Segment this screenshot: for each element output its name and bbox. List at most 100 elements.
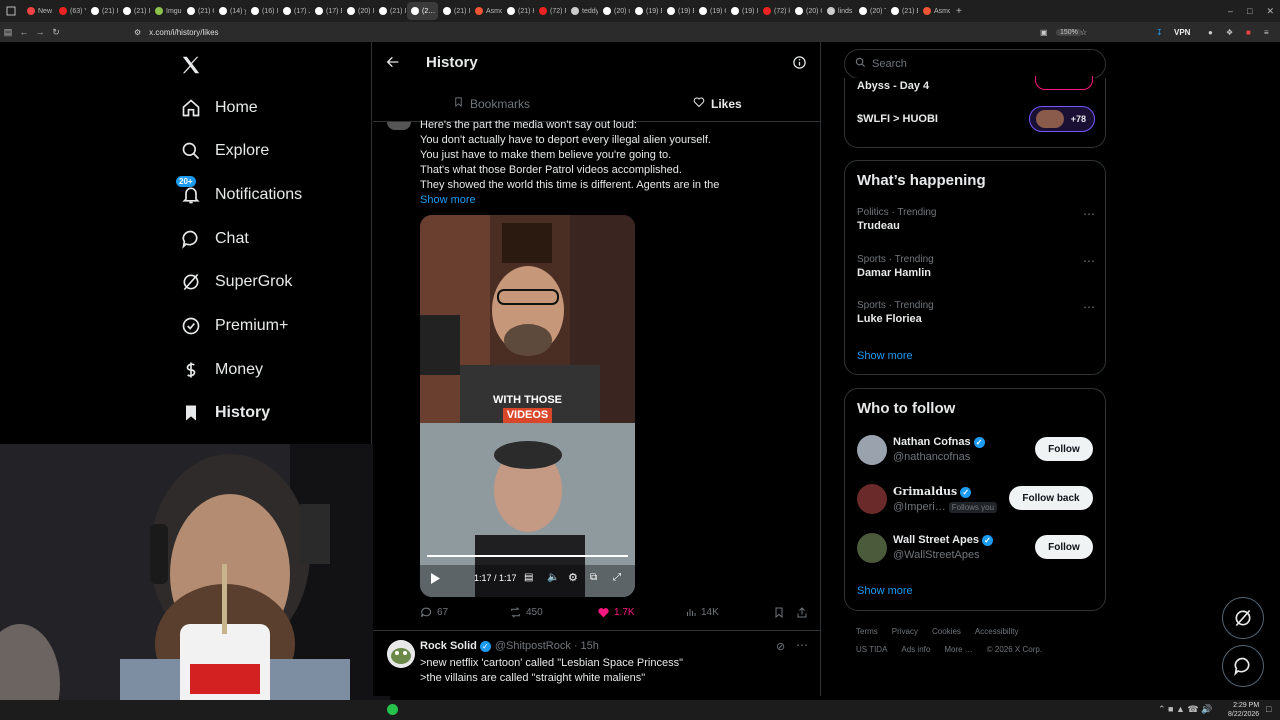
nav-notifications[interactable]: 20+ Notifications xyxy=(176,176,302,210)
follow-back-button[interactable]: Follow back xyxy=(1009,486,1093,510)
space-title[interactable]: $WLFI > HUOBI xyxy=(857,113,938,125)
avatar[interactable] xyxy=(857,435,887,465)
minimize-icon[interactable]: – xyxy=(1228,6,1233,17)
browser-tab[interactable]: (20) I xyxy=(343,2,374,20)
follow-button[interactable]: Follow xyxy=(1035,437,1093,461)
tab-bookmarks[interactable]: Bookmarks xyxy=(453,96,530,111)
browser-tab[interactable]: (14) y xyxy=(215,2,246,20)
app-green-icon[interactable] xyxy=(387,704,398,715)
bookmark-star-icon[interactable]: ☆ xyxy=(1080,28,1087,37)
avatar[interactable] xyxy=(387,640,415,668)
share-button[interactable] xyxy=(796,606,808,624)
browser-tab[interactable]: (21) H xyxy=(503,2,534,20)
nav-chat[interactable]: Chat xyxy=(180,224,249,254)
browser-tab[interactable]: (21) I xyxy=(87,2,118,20)
footer-link[interactable]: Cookies xyxy=(932,627,961,636)
info-icon[interactable] xyxy=(792,55,807,75)
reply-button[interactable]: 67 xyxy=(420,606,448,619)
trend-item[interactable]: Sports · Trending Luke Floriea ⋯ xyxy=(857,300,1095,325)
like-button[interactable]: 1.7K xyxy=(597,606,635,619)
grok-fab[interactable] xyxy=(1222,597,1264,639)
show-more-link[interactable]: Show more xyxy=(420,193,810,208)
browser-tab[interactable]: (21) I xyxy=(439,2,470,20)
trend-item[interactable]: Sports · Trending Damar Hamlin ⋯ xyxy=(857,254,1095,279)
zoom-level[interactable]: 150% xyxy=(1056,28,1082,36)
browser-tab[interactable]: (21) C xyxy=(183,2,214,20)
fullscreen-icon[interactable]: ⤢ xyxy=(613,572,621,583)
browser-tab[interactable]: teddy xyxy=(567,2,598,20)
author-handle[interactable]: @ShitpostRock xyxy=(495,640,571,652)
video-player[interactable]: WITH THOSE VIDEOS 1:17 / 1:17 ▤ 🔈 ⚙ ⧉ ⤢ xyxy=(420,215,635,597)
notification-center-icon[interactable]: □ xyxy=(1266,704,1271,714)
post-time[interactable]: 15h xyxy=(581,640,599,652)
browser-tab[interactable]: Asmo xyxy=(471,2,502,20)
trend-more-icon[interactable]: ⋯ xyxy=(1083,300,1095,314)
more-options-icon[interactable]: ⋯ xyxy=(796,638,808,652)
extensions-icon[interactable]: ❖ xyxy=(1226,28,1233,37)
footer-link[interactable]: Ads info xyxy=(901,645,930,654)
download-icon[interactable]: ↧ xyxy=(1156,28,1163,37)
back-icon[interactable]: ← xyxy=(16,27,32,37)
bookmark-button[interactable] xyxy=(773,606,785,624)
browser-tab[interactable]: (19) E xyxy=(631,2,662,20)
avatar[interactable] xyxy=(857,484,887,514)
views-button[interactable]: 14K xyxy=(685,606,719,618)
forward-icon[interactable]: → xyxy=(32,27,48,37)
trend-more-icon[interactable]: ⋯ xyxy=(1083,207,1095,221)
nav-home[interactable]: Home xyxy=(180,93,258,123)
tray-icons[interactable]: ⌃ ■ ▲ ☎ 🔊 xyxy=(1158,704,1212,715)
footer-link[interactable]: Privacy xyxy=(892,627,918,636)
volume-icon[interactable]: 🔈 xyxy=(547,572,559,583)
trend-item[interactable]: Politics · Trending Trudeau ⋯ xyxy=(857,207,1095,232)
browser-tab[interactable]: (21) E xyxy=(887,2,918,20)
video-progress-track[interactable] xyxy=(427,555,628,557)
browser-tab[interactable]: (72) k xyxy=(759,2,790,20)
footer-link[interactable]: Terms xyxy=(856,627,878,636)
menu-icon[interactable]: ≡ xyxy=(1264,28,1269,37)
settings-gear-icon[interactable]: ⚙ xyxy=(568,571,578,584)
page-info-icon[interactable]: ▣ xyxy=(1040,28,1048,37)
browser-tab[interactable]: (17) E xyxy=(311,2,342,20)
nav-premium[interactable]: Premium+ xyxy=(180,311,288,341)
avatar[interactable] xyxy=(387,122,411,130)
browser-tab[interactable]: Imgu xyxy=(151,2,182,20)
user-info[interactable]: Nathan Cofnas ✓ @nathancofnas xyxy=(893,436,985,463)
search-input[interactable]: Search xyxy=(844,49,1106,79)
author-name[interactable]: Rock Solid xyxy=(420,640,477,652)
footer-link[interactable]: US TIDA xyxy=(856,645,887,654)
space-title[interactable]: Abyss - Day 4 xyxy=(857,80,929,92)
picture-in-picture-icon[interactable]: ⧉ xyxy=(590,572,597,583)
browser-tab[interactable]: (19) I xyxy=(727,2,758,20)
trend-more-icon[interactable]: ⋯ xyxy=(1083,254,1095,268)
vpn-badge[interactable]: VPN xyxy=(1174,28,1190,37)
back-arrow-icon[interactable] xyxy=(385,54,401,75)
messages-fab[interactable] xyxy=(1222,645,1264,687)
nav-money[interactable]: Money xyxy=(180,355,263,385)
browser-tab[interactable]: linds xyxy=(823,2,854,20)
footer-link[interactable]: More … xyxy=(944,645,972,654)
show-more-link[interactable]: Show more xyxy=(857,350,913,362)
x-logo-icon[interactable] xyxy=(180,54,202,81)
browser-tab[interactable]: (20) u xyxy=(599,2,630,20)
browser-tab[interactable]: (20) T xyxy=(855,2,886,20)
sidebar-toggle-icon[interactable]: ▤ xyxy=(0,27,16,38)
new-tab-button[interactable]: + xyxy=(956,6,962,17)
space-listeners-pill[interactable]: +78 xyxy=(1029,106,1095,132)
maximize-icon[interactable]: □ xyxy=(1247,6,1252,17)
browser-tab[interactable]: (19) E xyxy=(663,2,694,20)
browser-tab[interactable]: (21) I xyxy=(119,2,150,20)
nav-history[interactable]: History xyxy=(180,398,270,428)
browser-tab[interactable]: (21) I xyxy=(375,2,406,20)
nav-explore[interactable]: Explore xyxy=(180,136,269,166)
avatar[interactable] xyxy=(857,533,887,563)
follow-button[interactable]: Follow xyxy=(1035,535,1093,559)
clock[interactable]: 2:29 PM 8/22/2026 xyxy=(1228,701,1259,719)
tab-actions-icon[interactable] xyxy=(0,2,22,20)
browser-tab[interactable]: (19) C xyxy=(695,2,726,20)
nav-supergrok[interactable]: SuperGrok xyxy=(180,267,292,297)
play-icon[interactable] xyxy=(430,573,440,587)
browser-tab[interactable]: (63) Y xyxy=(55,2,86,20)
space-live-pill[interactable] xyxy=(1035,76,1093,90)
browser-tab[interactable]: (16) I xyxy=(247,2,278,20)
browser-tab[interactable]: (72) P xyxy=(535,2,566,20)
